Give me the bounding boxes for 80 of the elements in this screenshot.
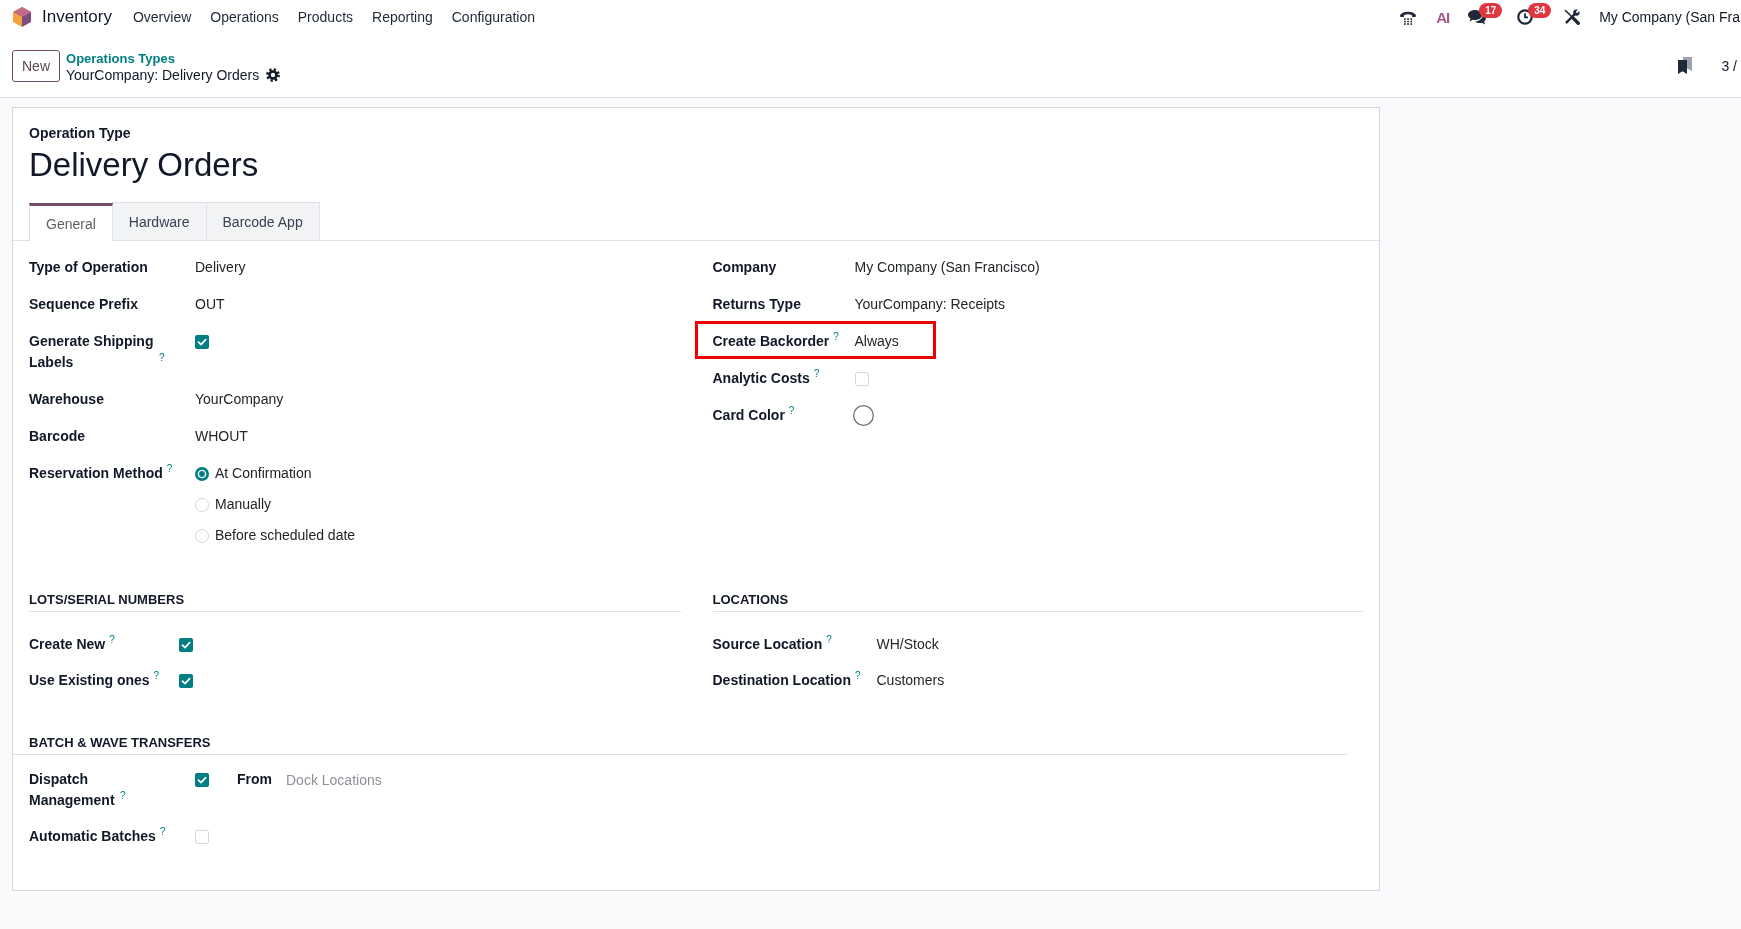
- help-hint[interactable]: ?: [826, 634, 832, 646]
- help-hint[interactable]: ?: [159, 352, 165, 364]
- field-value[interactable]: WH/Stock: [876, 634, 939, 655]
- help-hint[interactable]: ?: [109, 634, 115, 646]
- record-type-label: Operation Type: [29, 124, 132, 143]
- option-label[interactable]: Before scheduled date: [215, 525, 356, 546]
- help-hint[interactable]: ?: [813, 368, 820, 380]
- field-label: Use Existing ones: [29, 672, 150, 688]
- field-label: From: [237, 770, 272, 789]
- bookmark-icon[interactable]: [1678, 57, 1693, 74]
- field-label: Analytic Costs: [712, 370, 810, 386]
- field-value[interactable]: WHOUT: [195, 426, 248, 447]
- field-label: Type of Operation: [29, 259, 148, 275]
- field-value[interactable]: Delivery: [195, 257, 246, 278]
- menu-item[interactable]: Configuration: [451, 9, 535, 25]
- menu-item[interactable]: Operations: [210, 9, 279, 25]
- hexagon-logo-icon[interactable]: [13, 7, 31, 27]
- section-heading: BATCH & WAVE TRANSFERS: [29, 735, 211, 750]
- field-label: Company: [712, 259, 777, 275]
- menu-item[interactable]: Products: [297, 9, 354, 25]
- field-label: Create Backorder: [712, 333, 830, 349]
- option-label[interactable]: At Confirmation: [215, 463, 312, 484]
- field-label: Card Color: [712, 407, 785, 423]
- gear-icon[interactable]: [266, 67, 281, 82]
- field-value[interactable]: OUT: [195, 294, 225, 315]
- counter-badge: 17: [1479, 3, 1503, 18]
- field-label: Returns Type: [712, 296, 801, 312]
- company-switcher[interactable]: My Company (San Fra: [1599, 9, 1740, 25]
- section-heading: LOTS/SERIAL NUMBERS: [29, 592, 185, 607]
- help-hint[interactable]: ?: [120, 790, 126, 802]
- field-label: Source Location: [712, 636, 823, 652]
- option-label[interactable]: Manually: [215, 494, 272, 515]
- pager-value: 3 /: [1721, 57, 1737, 74]
- radio-button[interactable]: [195, 528, 209, 543]
- radio-button[interactable]: [195, 466, 209, 481]
- clock-icon[interactable]: [1517, 9, 1534, 25]
- field-label: Barcode: [29, 428, 86, 444]
- section-heading: LOCATIONS: [712, 592, 789, 607]
- tab[interactable]: Barcode App: [205, 202, 320, 240]
- field-value[interactable]: YourCompany: Receipts: [854, 294, 1005, 315]
- app-name[interactable]: Inventory: [42, 7, 112, 27]
- tab[interactable]: Hardware: [111, 202, 207, 240]
- field-value[interactable]: My Company (San Francisco): [854, 257, 1040, 278]
- field-label: Dispatch Management: [29, 770, 116, 810]
- help-hint[interactable]: ?: [833, 331, 839, 343]
- counter-badge: 34: [1528, 3, 1552, 18]
- field-label: Sequence Prefix: [29, 296, 138, 312]
- help-hint[interactable]: ?: [854, 670, 861, 682]
- input-field[interactable]: Dock Locations: [286, 769, 506, 790]
- field-label: Create New: [29, 636, 106, 652]
- field-label: Automatic Batches: [29, 828, 156, 844]
- checkbox[interactable]: [195, 773, 209, 787]
- record-heading: Delivery Orders: [29, 145, 260, 185]
- menu-item[interactable]: Overview: [132, 9, 192, 25]
- menu-item[interactable]: Reporting: [372, 9, 433, 25]
- help-hint[interactable]: ?: [788, 405, 795, 417]
- help-hint[interactable]: ?: [166, 463, 173, 475]
- checkbox[interactable]: [195, 335, 209, 349]
- new-button[interactable]: New: [12, 49, 60, 82]
- field-label: Warehouse: [29, 391, 104, 407]
- checkbox[interactable]: [854, 372, 869, 386]
- field-label: Generate Shipping Labels: [29, 332, 155, 372]
- help-hint[interactable]: ?: [153, 670, 160, 682]
- field-label: Destination Location: [712, 672, 851, 688]
- ai-button[interactable]: AI: [1436, 8, 1450, 26]
- breadcrumb-link[interactable]: Operations Types: [66, 50, 281, 67]
- phone-icon[interactable]: [1399, 9, 1418, 25]
- checkbox[interactable]: [195, 830, 209, 844]
- checkbox[interactable]: [179, 638, 193, 652]
- radio-button[interactable]: [195, 497, 209, 512]
- field-value[interactable]: Always: [854, 331, 899, 352]
- field-value[interactable]: YourCompany: [195, 389, 284, 410]
- color-swatch-icon[interactable]: [852, 405, 874, 426]
- tools-icon[interactable]: [1564, 9, 1581, 25]
- tab[interactable]: General: [29, 203, 113, 241]
- field-label: Reservation Method: [29, 465, 163, 481]
- checkbox[interactable]: [179, 674, 193, 688]
- help-hint[interactable]: ?: [159, 826, 166, 838]
- record-title: YourCompany: Delivery Orders: [66, 66, 260, 83]
- field-value[interactable]: Customers: [876, 670, 945, 691]
